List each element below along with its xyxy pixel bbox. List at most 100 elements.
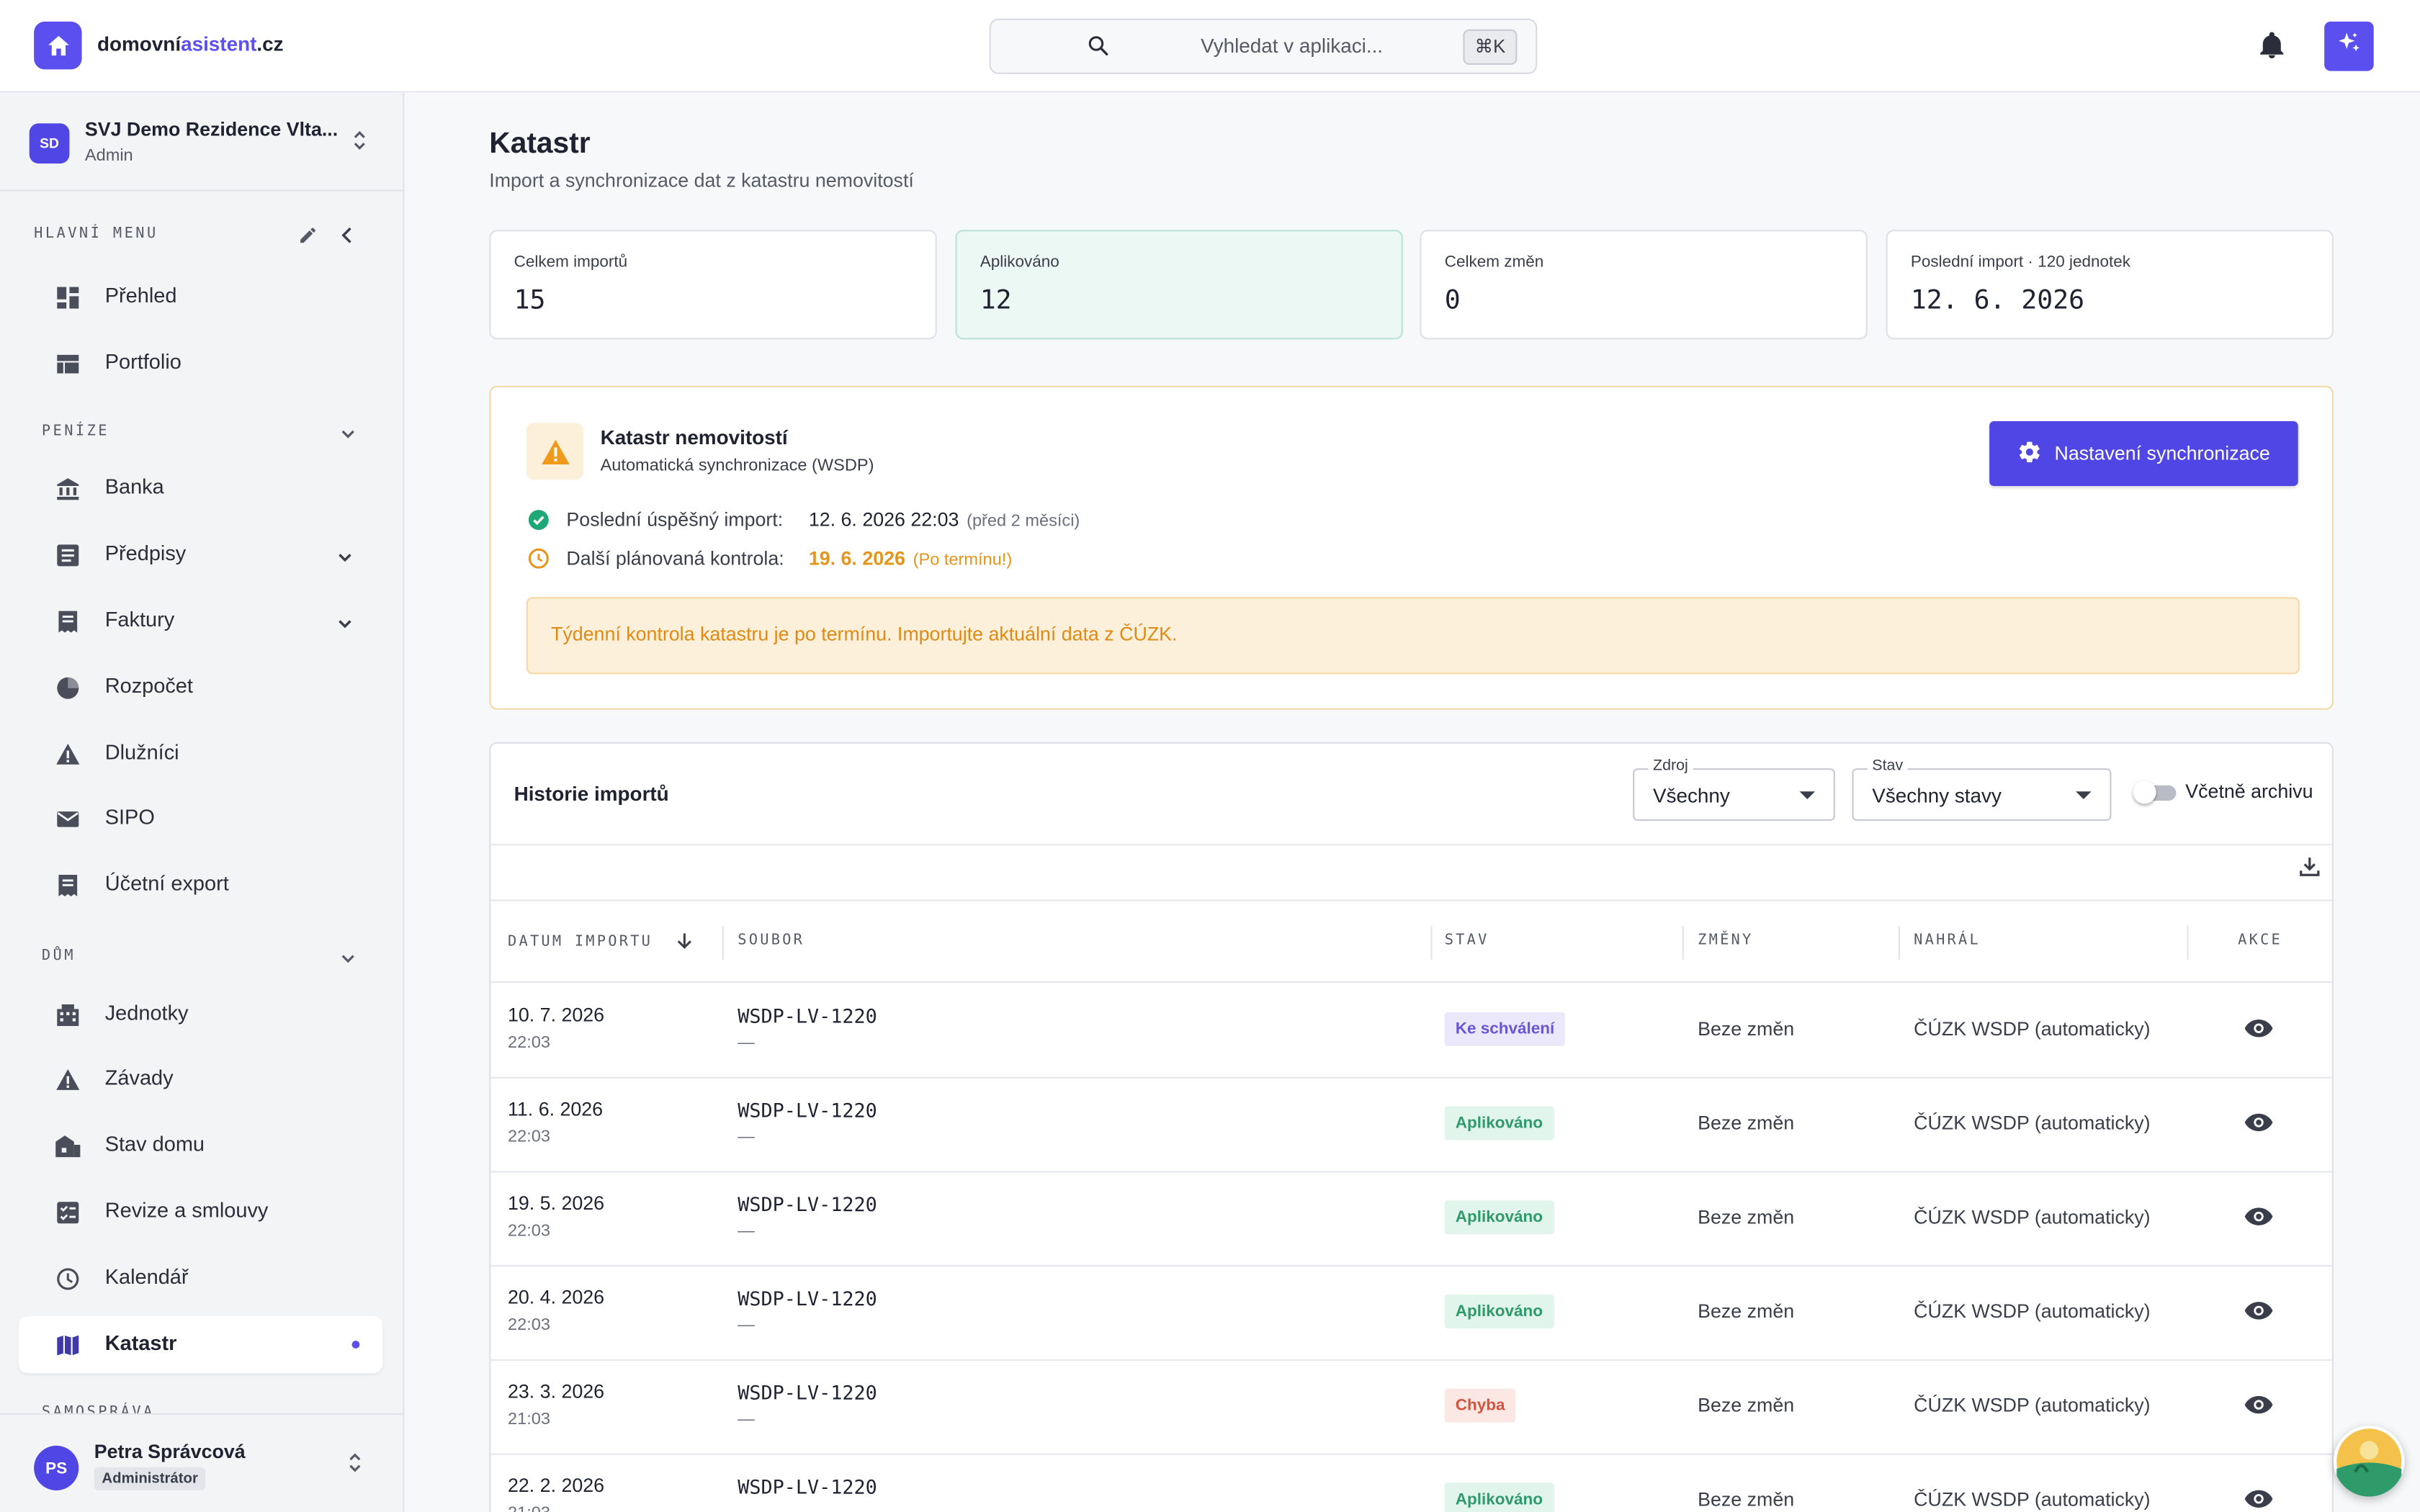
view-eye-icon[interactable] [2244,1207,2274,1235]
edit-icon[interactable] [298,225,318,253]
stat-value: 12. 6. 2026 [1910,285,2085,317]
column-separator [1682,925,1684,960]
import-date: 11. 6. 2026 [508,1098,604,1120]
file-note: — [738,1222,755,1241]
table-row[interactable]: 20. 4. 2026 22:03 WSDP-LV-1220 — Aplikováno B… [490,1265,2332,1361]
view-eye-icon[interactable] [2244,1395,2274,1423]
source-select[interactable]: Zdroj Všechny [1633,757,1835,821]
changes-value: Beze změn [1698,1112,1795,1134]
page-subtitle: Import a synchronizace dat z katastru ne… [489,169,914,192]
sidebar-item-kalendar[interactable]: Kalendář [19,1250,383,1307]
sidebar-item-katastr[interactable]: Katastr [18,1315,383,1374]
sparkle-icon [2335,29,2363,64]
export-icon [55,873,80,898]
status-badge: Aplikováno [1444,1482,1554,1512]
collapse-sidebar-icon[interactable] [338,225,357,253]
archive-toggle[interactable] [2133,780,2177,804]
column-separator [1430,925,1433,960]
org-switcher[interactable]: SD SVJ Demo Rezidence Vlta... Admin [0,93,403,192]
col-header-date[interactable]: DATUM IMPORTU [508,932,693,953]
sidebar-item-faktury[interactable]: Faktury [19,593,383,649]
source-select-label: Zdroj [1648,757,1693,775]
view-eye-icon[interactable] [2244,1489,2274,1512]
bell-icon[interactable] [2257,30,2287,70]
sidebar-item-label: Předpisy [104,541,187,565]
last-import-date: 12. 6. 2026 22:03 [808,509,959,531]
status-select-value: Všechny stavy [1872,783,2002,807]
sidebar-item-portfolio[interactable]: Portfolio [19,335,383,392]
dashboard-icon [55,285,80,310]
status-select[interactable]: Stav Všechny stavy [1852,757,2112,821]
org-name: SVJ Demo Rezidence Vlta... [84,119,339,140]
chevron-down-icon[interactable] [339,948,357,976]
file-note: — [738,1033,755,1053]
sidebar-item-dluznici[interactable]: Dlužníci [19,725,383,782]
org-role: Admin [84,146,133,166]
changes-value: Beze změn [1698,1018,1795,1040]
user-menu[interactable]: PS Petra Správcová Administrátor [0,1413,403,1512]
help-avatar-button[interactable] [2334,1425,2405,1497]
sidebar-item-jednotky[interactable]: Jednotky [19,986,383,1043]
col-header-label: DATUM IMPORTU [508,933,653,950]
unfold-icon [350,130,369,159]
view-eye-icon[interactable] [2244,1112,2274,1140]
sidebar-item-stav-domu[interactable]: Stav domu [19,1117,383,1174]
table-row[interactable]: 11. 6. 2026 22:03 WSDP-LV-1220 — Aplikováno B… [490,1077,2332,1173]
download-icon[interactable] [2298,855,2321,886]
file-name: WSDP-LV-1220 [738,1380,877,1404]
file-note: — [738,1128,755,1147]
warning-icon [55,742,80,767]
sidebar-item-prehled[interactable]: Přehled [19,269,383,325]
stat-card-last-import: Poslední import · 120 jednotek 12. 6. 20… [1886,230,2334,340]
sidebar-item-label: Závady [104,1066,174,1089]
file-name: WSDP-LV-1220 [738,1004,877,1028]
stat-card-total-imports: Celkem importů 15 [489,230,937,340]
view-eye-icon[interactable] [2244,1300,2274,1328]
import-date: 10. 7. 2026 [508,1004,605,1026]
sidebar-item-revize[interactable]: Revize a smlouvy [19,1184,383,1241]
section-label-house: DŮM [41,947,76,965]
import-time: 21:03 [508,1410,550,1429]
sidebar-item-zavady[interactable]: Závady [19,1050,383,1107]
search-input[interactable]: Vyhledat v aplikaci... ⌘K [989,18,1538,74]
sidebar-item-ucetni-export[interactable]: Účetní export [19,856,383,913]
sidebar-item-label: Faktury [104,608,175,631]
last-import-value: 12. 6. 2026 22:03 (před 2 měsíci) [809,509,1080,531]
section-label-money: PENÍZE [41,423,109,440]
file-note: — [738,1410,755,1429]
list-icon [55,543,80,567]
import-date: 20. 4. 2026 [508,1287,605,1309]
chevron-down-icon[interactable] [339,423,357,451]
table-row[interactable]: 23. 3. 2026 21:03 WSDP-LV-1220 — Chyba Beze z… [490,1359,2332,1455]
sync-settings-label: Nastavení synchronizace [2054,443,2270,464]
sidebar-item-rozpocet[interactable]: Rozpočet [19,659,383,716]
sidebar-item-label: Jednotky [104,1001,189,1025]
sidebar-item-sipo[interactable]: SIPO [19,790,383,847]
changes-value: Beze změn [1698,1300,1795,1323]
sidebar-item-predpisy[interactable]: Předpisy [19,526,383,583]
ai-assistant-button[interactable] [2324,22,2374,71]
sidebar-item-banka[interactable]: Banka [19,460,383,517]
stat-label: Celkem změn [1444,253,1544,272]
uploader-value: ČÚZK WSDP (automaticky) [1914,1018,2151,1040]
table-row[interactable]: 19. 5. 2026 22:03 WSDP-LV-1220 — Aplikováno B… [490,1171,2332,1267]
col-header-changes: ZMĚNY [1698,932,1754,949]
view-eye-icon[interactable] [2244,1018,2274,1046]
warning-icon [55,1068,80,1092]
home-logo-icon[interactable] [34,22,82,70]
file-name: WSDP-LV-1220 [738,1098,877,1122]
uploader-value: ČÚZK WSDP (automaticky) [1914,1112,2151,1134]
last-import-label: Poslední úspěšný import: [566,509,784,531]
import-date: 22. 2. 2026 [508,1475,605,1497]
sync-settings-button[interactable]: Nastavení synchronizace [1989,421,2298,486]
table-row[interactable]: 10. 7. 2026 22:03 WSDP-LV-1220 — Ke schválen… [490,983,2332,1079]
table-row[interactable]: 22. 2. 2026 21:03 WSDP-LV-1220 — Aplikováno B… [490,1454,2331,1512]
unfold-icon [346,1452,364,1481]
user-name: Petra Správcová [94,1441,246,1463]
caret-down-icon [2076,791,2092,799]
avatar: PS [34,1445,79,1490]
app-logo-text[interactable]: domovníasistent.cz [97,32,284,55]
column-separator [722,925,724,960]
status-select-label: Stav [1867,757,1908,775]
sidebar-item-label: SIPO [104,805,155,829]
